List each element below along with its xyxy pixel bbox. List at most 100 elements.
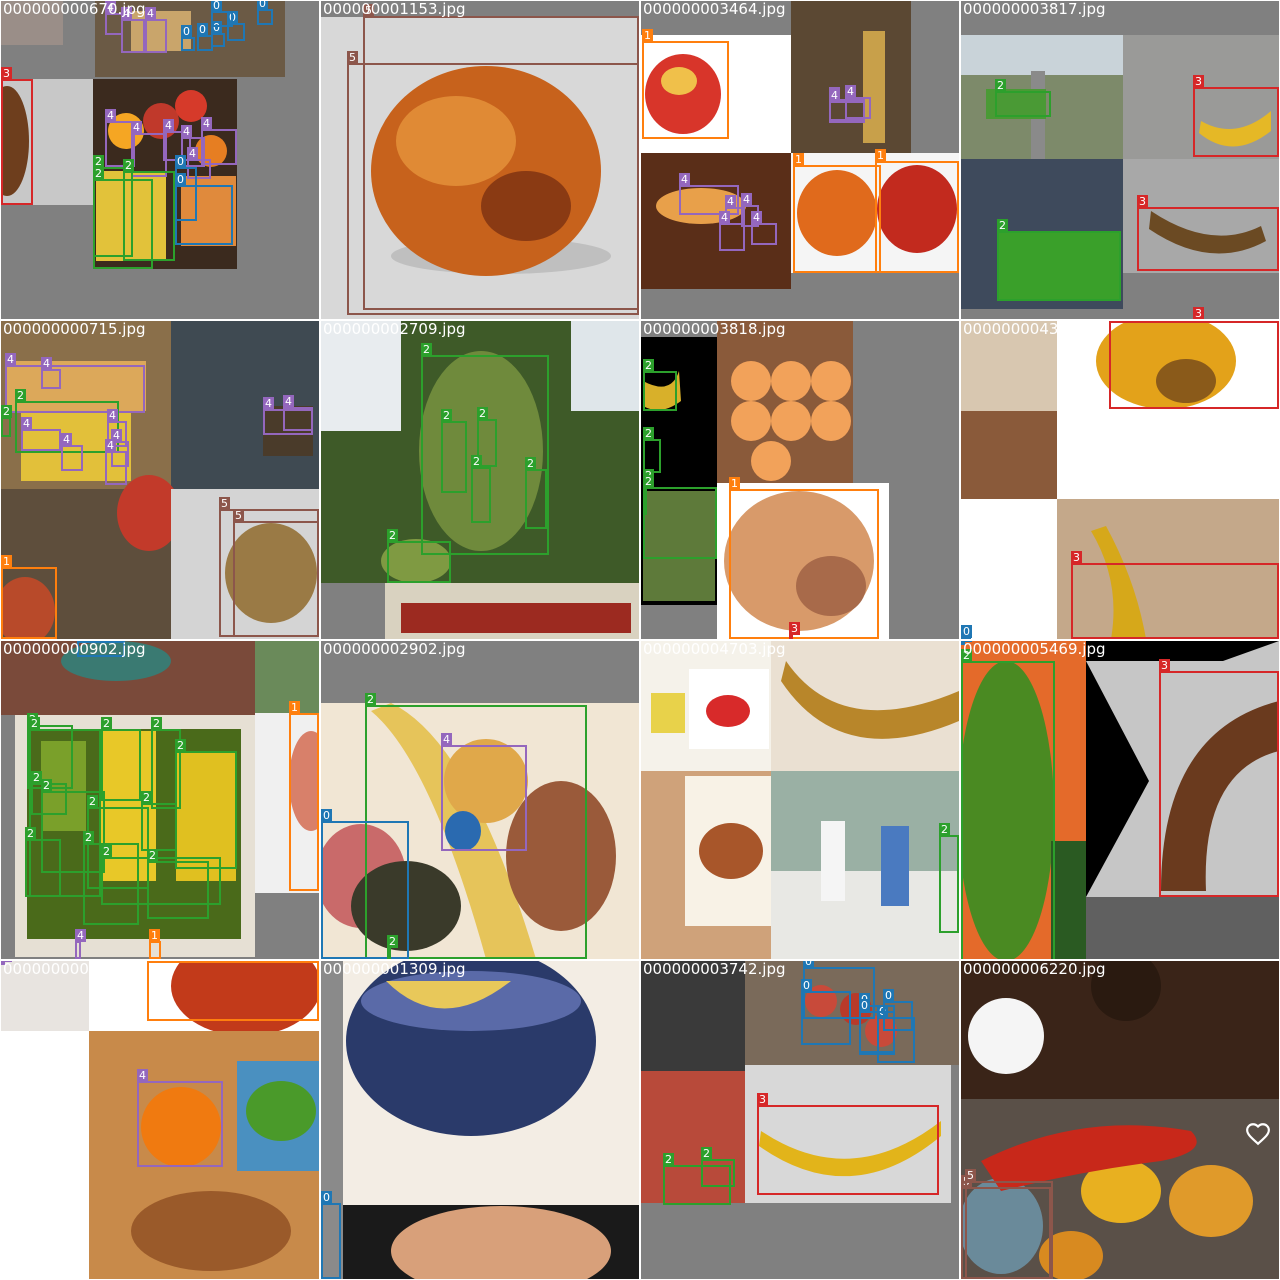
box-class-label: 0 xyxy=(321,1191,332,1204)
mosaic-grid: 000000000670.jpg 4 4 4 0 0 0 0 0 0 3 4 4 4 4 4 4 2 2 2 0 0 00… xyxy=(0,0,1280,1280)
box-class-label: 4 xyxy=(21,417,32,430)
box-class-label: 1 xyxy=(793,153,804,166)
tile-image xyxy=(641,641,959,959)
box-class-label: 4 xyxy=(181,125,192,138)
box-class-label: 4 xyxy=(163,119,174,132)
mosaic-tile: 000000000715.jpg 4 4 2 4 4 2 4 4 4 4 4 5 5 1 xyxy=(1,321,319,639)
bounding-box: 3 xyxy=(1071,551,1279,639)
box-class-label: 2 xyxy=(141,791,152,804)
box-class-label: 2 xyxy=(93,167,104,180)
box-class-label: 4 xyxy=(1,961,12,962)
box-class-label: 2 xyxy=(387,935,398,948)
box-class-label: 0 xyxy=(859,999,870,1012)
bounding-box: 2 xyxy=(101,717,141,801)
bounding-box: 4 xyxy=(21,417,61,451)
mosaic-tile: 000000003817.jpg 2 3 3 2 3 xyxy=(961,1,1279,319)
box-class-label: 4 xyxy=(441,733,452,746)
bounding-box: 2 xyxy=(441,409,467,493)
bounding-box: 0 xyxy=(175,173,233,245)
mosaic-tile: 000000006220.jpg55 xyxy=(961,961,1279,1279)
bounding-box: 0 xyxy=(211,21,225,47)
mosaic-tile: 000000004376.jpg330 xyxy=(961,321,1279,639)
bounding-box: 4 xyxy=(1,961,12,965)
box-class-label: 0 xyxy=(801,979,812,992)
mosaic-tile: 000000003464.jpg14444444411 xyxy=(641,1,959,319)
box-class-label: 4 xyxy=(131,121,142,134)
bounding-box: 2 xyxy=(123,159,175,261)
bounding-box: 1 xyxy=(793,153,881,273)
box-class-label: 4 xyxy=(41,357,52,370)
bounding-box: 2 xyxy=(701,1147,735,1187)
bounding-box: 2 xyxy=(643,475,717,559)
box-class-label: 5 xyxy=(233,509,244,522)
bounding-box: 0 xyxy=(801,979,851,1045)
box-class-label: 4 xyxy=(751,211,762,224)
box-class-label: 4 xyxy=(741,193,752,206)
bounding-box: 1 xyxy=(875,149,959,273)
bounding-box: 5 xyxy=(233,509,319,637)
box-class-label: 2 xyxy=(701,1147,712,1160)
bounding-box: 0 xyxy=(181,25,195,51)
bounding-box: 0 xyxy=(883,989,913,1031)
box-class-label: 4 xyxy=(61,433,72,446)
box-class-label: 2 xyxy=(421,343,432,356)
box-class-label: 3 xyxy=(1,67,12,80)
mosaic-tile: 000000002902.jpg 2 4 0 2 xyxy=(321,641,639,959)
box-class-label: 4 xyxy=(187,147,198,160)
mosaic-tile: 000000000902.jpg20222222222222141 xyxy=(1,641,319,959)
box-class-label: 2 xyxy=(123,159,134,172)
box-class-label: 0 xyxy=(961,641,972,642)
bounding-box: 2 xyxy=(1,405,12,437)
box-class-label: 4 xyxy=(137,1069,148,1082)
box-class-label: 0 xyxy=(257,1,268,10)
mosaic-tile: 000000000670.jpg 4 4 4 0 0 0 0 0 0 3 4 4 4 4 4 4 2 2 2 0 0 xyxy=(1,1,319,319)
box-class-label: 5 xyxy=(363,4,374,17)
box-class-label: 0 xyxy=(961,625,972,638)
bounding-box: 4 xyxy=(61,433,83,471)
box-class-label: 4 xyxy=(829,89,840,102)
mosaic-tile: 000000003818.jpg222213 xyxy=(641,321,959,639)
heart-icon[interactable] xyxy=(1245,1121,1271,1147)
bounding-box: 1 xyxy=(149,929,161,959)
box-class-label: 5 xyxy=(347,51,358,64)
box-class-label: 0 xyxy=(181,25,192,38)
box-class-label: 4 xyxy=(725,195,736,208)
box-class-label: 0 xyxy=(175,155,186,168)
box-class-label: 2 xyxy=(147,849,158,862)
box-class-label: 2 xyxy=(25,827,36,840)
mosaic-tile: 000000005469.jpg203 xyxy=(961,641,1279,959)
mosaic-tile: 000000003742.jpg000000322 xyxy=(641,961,959,1279)
bounding-box: 1 xyxy=(289,701,319,891)
box-class-label: 2 xyxy=(175,739,186,752)
box-class-label: 0 xyxy=(803,961,814,968)
bounding-box: 1 xyxy=(1,555,57,639)
box-class-label: 2 xyxy=(997,219,1008,232)
box-class-label: 2 xyxy=(663,1153,674,1166)
bounding-box: 4 xyxy=(719,211,745,251)
bounding-box: 3 xyxy=(1,67,33,205)
box-class-label: 3 xyxy=(789,622,800,635)
box-class-label: 2 xyxy=(939,823,950,836)
box-class-label: 4 xyxy=(105,109,116,122)
bounding-box: 3 xyxy=(1109,321,1279,409)
box-class-label: 2 xyxy=(477,407,488,420)
box-class-label: 2 xyxy=(387,529,398,542)
box-class-label: 0 xyxy=(883,989,894,1002)
box-class-label: 0 xyxy=(321,809,332,822)
bounding-box: 3 xyxy=(1159,659,1279,897)
box-class-label: 1 xyxy=(289,701,300,714)
box-class-label: 3 xyxy=(757,1093,768,1106)
bounding-box: 2 xyxy=(961,649,1055,959)
box-class-label: 2 xyxy=(471,455,482,468)
box-class-label: 2 xyxy=(441,409,452,422)
box-class-label: 1 xyxy=(147,961,158,962)
box-class-label: 2 xyxy=(961,649,972,662)
bounding-box: 4 xyxy=(751,211,777,245)
box-class-label: 4 xyxy=(121,7,132,20)
bounding-box: 2 xyxy=(471,455,491,523)
bounding-box: 2 xyxy=(939,823,959,933)
bounding-box: 4 xyxy=(441,733,527,851)
box-class-label: 2 xyxy=(525,457,536,470)
bounding-box: 4 xyxy=(121,7,145,53)
bounding-box: 0 xyxy=(321,1191,341,1279)
